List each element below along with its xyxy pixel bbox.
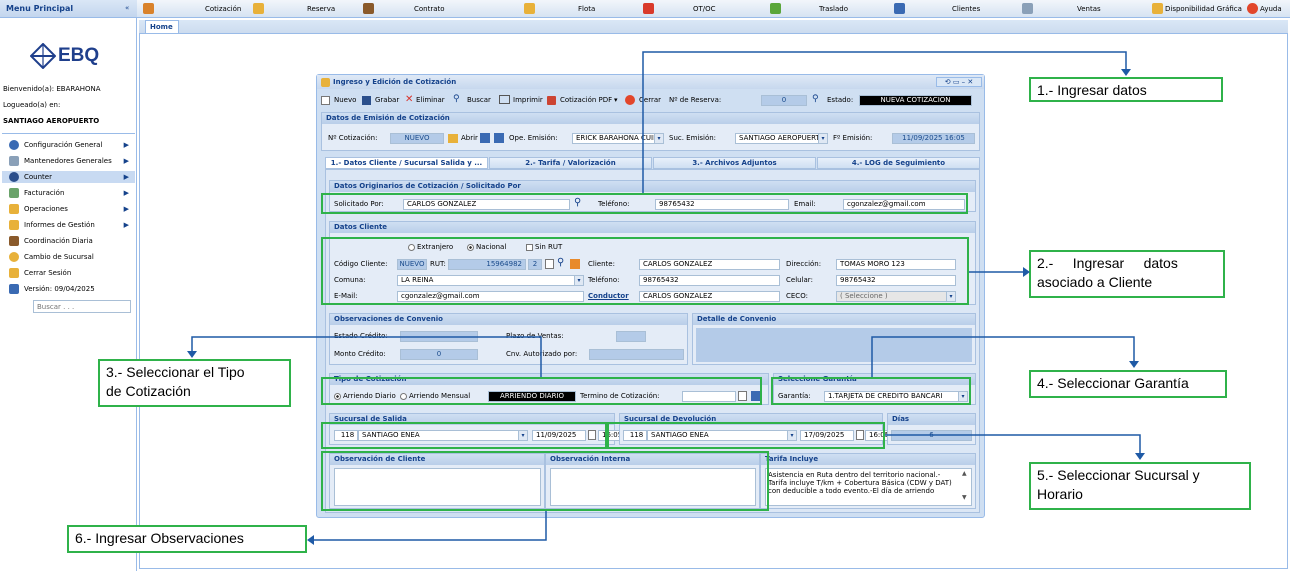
arrow-3 <box>191 336 542 377</box>
arrowhead-3 <box>187 351 197 358</box>
arrowhead-1 <box>1121 69 1131 76</box>
arrow-6 <box>312 511 547 541</box>
arrowhead-5 <box>1135 453 1145 460</box>
arrow-5 <box>885 434 1141 454</box>
annotation-arrows <box>187 51 1145 545</box>
arrow-4 <box>871 336 1135 377</box>
arrow-1 <box>642 51 1127 193</box>
arrowhead-2 <box>1023 267 1030 277</box>
arrowhead-4 <box>1129 361 1139 368</box>
arrowhead-6 <box>307 535 314 545</box>
